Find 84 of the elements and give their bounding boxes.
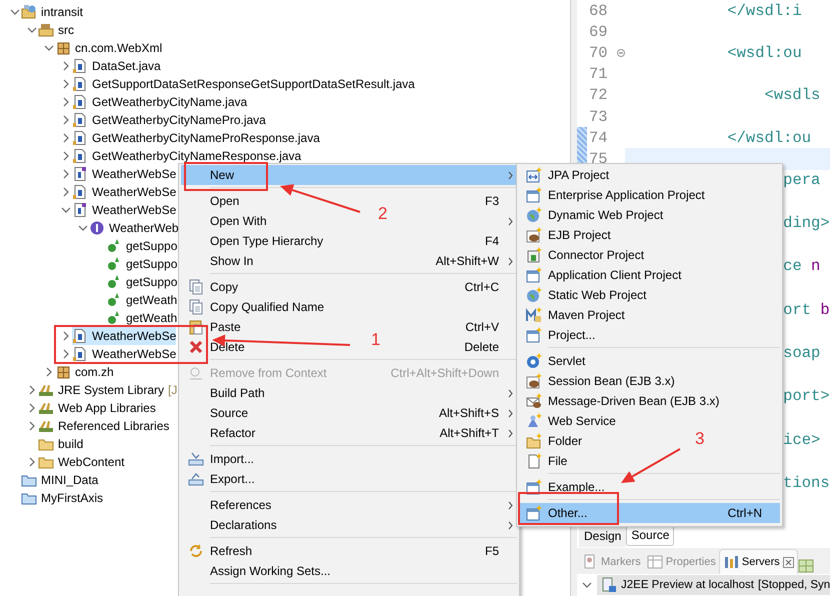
menu-item[interactable]: Refresh F5 [181, 541, 517, 561]
code-line: </wsdl:ou [727, 128, 812, 147]
code-line: </wsdl:i [727, 2, 802, 20]
tree-item[interactable]: WeatherWebSe [72, 165, 176, 183]
menu-item[interactable]: New [181, 165, 517, 185]
menu-item[interactable]: Web Service [519, 411, 780, 431]
menu-item[interactable]: Build Path [181, 383, 517, 403]
tree-item[interactable]: WeatherWeb [89, 219, 179, 237]
tree-item[interactable]: getWeath [106, 291, 178, 309]
tree-item[interactable]: GetWeatherbyCityNamePro.java [72, 111, 266, 129]
tree-item[interactable]: WeatherWebSe [72, 183, 176, 201]
menu-item[interactable]: Show In Alt+Shift+W [181, 251, 517, 271]
tree-item[interactable]: DataSet.java [72, 57, 161, 75]
menu-item[interactable]: Maven Project [519, 305, 780, 325]
line-number: 72 [588, 86, 609, 104]
line-number: 68 [588, 2, 609, 20]
tree-item[interactable]: getSuppo [106, 273, 178, 291]
menu-item[interactable]: Source Alt+Shift+S [181, 403, 517, 423]
tree-item[interactable]: getSuppo [106, 255, 178, 273]
tree-item[interactable]: WeatherWebSe [72, 201, 176, 219]
tree-item[interactable]: GetWeatherbyCityName.java [72, 93, 248, 111]
code-line: pera [783, 170, 820, 190]
code-line: soap [783, 343, 820, 364]
code-line: tions [783, 473, 830, 494]
tree-item[interactable]: build [38, 435, 84, 453]
menu-item[interactable]: Message-Driven Bean (EJB 3.x) [519, 391, 780, 411]
menu-item[interactable]: Dynamic Web Project [519, 205, 780, 225]
line-number: 73 [588, 108, 609, 126]
tree-item[interactable]: GetSupportDataSetResponseGetSupportDataSetResult.java [72, 75, 415, 93]
code-line: port> [783, 386, 830, 408]
annotation-number: 3 [695, 430, 704, 448]
menu-item[interactable]: Import... [181, 449, 517, 469]
tree-item[interactable]: GetWeatherbyCityNameProResponse.java [72, 129, 320, 147]
editor-tab[interactable]: Source [626, 525, 674, 546]
menu-item[interactable]: Application Client Project [519, 265, 780, 285]
line-number: 70 [588, 44, 609, 62]
tree-item[interactable]: GetWeatherbyCityNameResponse.java [72, 147, 302, 165]
menu-item[interactable]: Open Type Hierarchy F4 [181, 231, 517, 251]
line-number: 69 [588, 22, 609, 41]
menu-item[interactable]: Project... [519, 325, 780, 345]
menu-item[interactable]: Copy Qualified Name [181, 297, 517, 317]
tree-item[interactable]: WeatherWebSe [72, 345, 176, 363]
tree-item[interactable]: com.zh [55, 363, 114, 381]
tree-item[interactable]: cn.com.WebXml [55, 39, 162, 57]
menu-item[interactable]: JPA Project [519, 165, 780, 185]
tree-item[interactable]: getWeath [106, 309, 178, 327]
server-item[interactable]: J2EE Preview at localhost [Stopped, Syn [597, 575, 830, 595]
code-line: <wsdl:ou [727, 44, 802, 62]
tree-item[interactable]: JRE System Library [J [38, 381, 178, 399]
panel-tab[interactable]: Servers [718, 549, 798, 574]
tree-item[interactable]: MINI_Data [21, 471, 98, 489]
line-number: 74 [588, 128, 609, 147]
code-line: ice> [783, 430, 820, 451]
code-line: ort b [783, 300, 830, 321]
tree-item[interactable]: Referenced Libraries [38, 417, 170, 435]
code-line: ding> [783, 212, 830, 234]
tree-item[interactable]: intransit [21, 3, 84, 21]
tree-item[interactable]: src [38, 21, 74, 39]
tree-item[interactable]: WeatherWebSe [72, 327, 176, 345]
code-line: <wsdls [764, 86, 820, 104]
menu-item[interactable]: Declarations [181, 515, 517, 535]
menu-item[interactable]: EJB Project [519, 225, 780, 245]
tree-item[interactable]: getSuppo [106, 237, 178, 255]
menu-item[interactable]: Export... [181, 469, 517, 489]
line-number: 75 [588, 150, 609, 168]
menu-item[interactable]: Static Web Project [519, 285, 780, 305]
annotation-number: 1 [371, 331, 380, 349]
menu-item[interactable]: Enterprise Application Project [519, 185, 780, 205]
menu-item[interactable]: Servlet [519, 351, 780, 371]
line-number: 71 [588, 65, 609, 84]
menu-item[interactable]: Connector Project [519, 245, 780, 265]
menu-item[interactable]: Other... Ctrl+N [519, 503, 780, 523]
menu-item[interactable]: File [519, 451, 780, 471]
tree-item[interactable]: Web App Libraries [38, 399, 156, 417]
menu-item[interactable]: Session Bean (EJB 3.x) [519, 371, 780, 391]
menu-item[interactable]: Assign Working Sets... [181, 561, 517, 581]
menu-item[interactable]: References [181, 495, 517, 515]
editor-tab[interactable]: Design [579, 525, 626, 547]
tree-item[interactable]: MyFirstAxis [21, 489, 103, 507]
menu-item[interactable]: Refactor Alt+Shift+T [181, 423, 517, 443]
tree-item[interactable]: WebContent [38, 453, 124, 471]
annotation-number: 2 [378, 205, 388, 223]
code-line: ce n [783, 256, 820, 278]
menu-item[interactable]: Copy Ctrl+C [181, 277, 517, 297]
